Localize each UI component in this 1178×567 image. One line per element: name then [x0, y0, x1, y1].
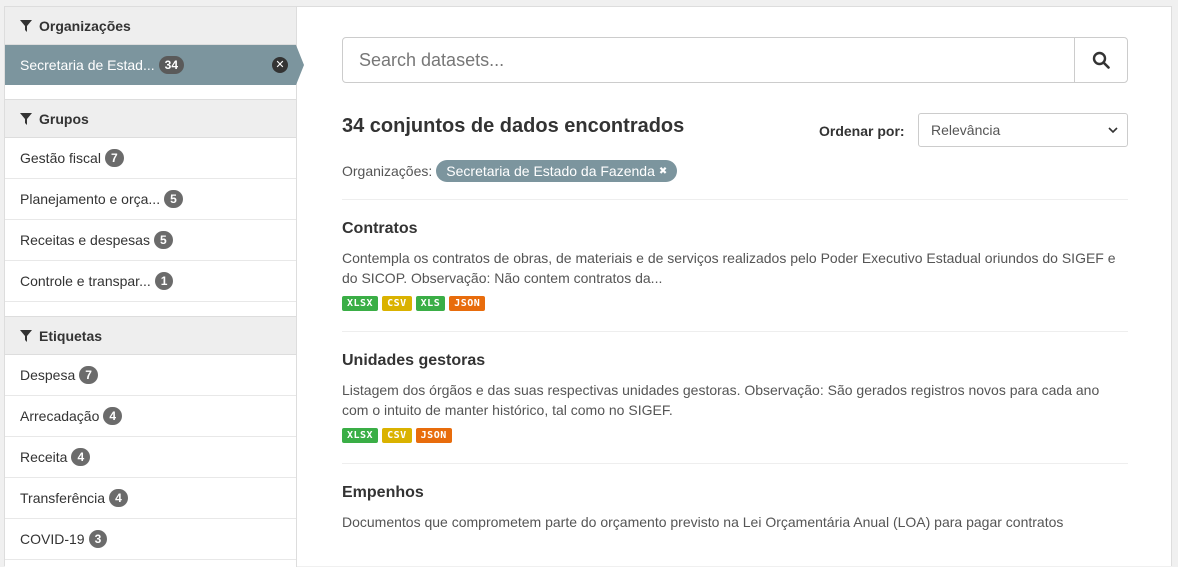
- facet-count-badge: 34: [158, 56, 184, 74]
- facet-heading-label: Organizações: [39, 17, 131, 34]
- facet-heading-groups: Grupos: [5, 100, 296, 138]
- filter-pill[interactable]: Secretaria de Estado da Fazenda ✖: [436, 160, 678, 182]
- facet-item-label: Receitas e despesas: [20, 232, 150, 248]
- facet-item-label: Planejamento e orça...: [20, 191, 161, 207]
- facet-item-tag[interactable]: Despesa 7: [5, 355, 296, 396]
- facet-item-label: Despesa: [20, 367, 76, 383]
- facet-heading-label: Etiquetas: [39, 327, 103, 344]
- dataset-item: Contratos Contempla os contratos de obra…: [342, 200, 1128, 332]
- filter-label: Organizações:: [342, 163, 433, 179]
- facet-item-label: Secretaria de Estad...: [20, 57, 155, 73]
- format-badge[interactable]: CSV: [382, 296, 412, 311]
- facet-item-tag[interactable]: Arrecadação 4: [5, 396, 296, 437]
- facet-item-tag[interactable]: COVID-19 3: [5, 519, 296, 560]
- format-badge[interactable]: JSON: [415, 428, 452, 443]
- format-badge[interactable]: XLS: [415, 296, 446, 311]
- active-filters: Organizações: Secretaria de Estado da Fa…: [342, 159, 1128, 183]
- format-badge[interactable]: CSV: [382, 428, 412, 443]
- facet-item-group[interactable]: Gestão fiscal 7: [5, 138, 296, 179]
- facet-item-label: COVID-19: [20, 531, 85, 547]
- facet-item-label: Gestão fiscal: [20, 150, 101, 166]
- funnel-icon: [20, 112, 32, 125]
- facet-item-group[interactable]: Planejamento e orça... 5: [5, 179, 296, 220]
- facet-item-label: Transferência: [20, 490, 106, 506]
- dataset-item: Unidades gestoras Listagem dos órgãos e …: [342, 332, 1128, 464]
- dataset-title-link[interactable]: Empenhos: [342, 484, 1128, 502]
- facet-item-active-organization[interactable]: Secretaria de Estad... 34 ✕: [5, 45, 304, 85]
- facet-count-badge: 5: [153, 231, 173, 249]
- facet-item-group[interactable]: Controle e transpar... 1: [5, 261, 296, 302]
- close-icon[interactable]: ✕: [272, 57, 288, 73]
- page-frame: Organizações Secretaria de Estad... 34 ✕…: [4, 6, 1172, 567]
- search-button[interactable]: [1074, 38, 1127, 82]
- dataset-description: Listagem dos órgãos e das suas respectiv…: [342, 382, 1100, 418]
- magnifier-icon: [1092, 51, 1110, 69]
- facet-count-badge: 4: [71, 448, 91, 466]
- facet-count-badge: 3: [88, 530, 108, 548]
- sidebar: Organizações Secretaria de Estad... 34 ✕…: [5, 7, 304, 567]
- facet-count-badge: 1: [154, 272, 174, 290]
- facet-heading-tags: Etiquetas: [5, 317, 296, 355]
- facet-heading-label: Grupos: [39, 110, 89, 127]
- facet-item-label: Controle e transpar...: [20, 273, 151, 289]
- search-input[interactable]: [343, 38, 1074, 82]
- results-header: 34 conjuntos de dados encontrados Ordena…: [342, 113, 1128, 147]
- section-gap: [5, 85, 296, 100]
- dataset-description: Documentos que comprometem parte do orça…: [342, 514, 1064, 530]
- facet-item-tag[interactable]: Transferência 4: [5, 478, 296, 519]
- facet-heading-organizations: Organizações: [5, 7, 296, 45]
- facet-count-badge: 5: [164, 190, 183, 208]
- format-badges: XLSX CSV JSON: [342, 428, 1128, 443]
- facet-count-badge: 4: [103, 407, 123, 425]
- order-by-select[interactable]: Relevância: [918, 113, 1128, 147]
- facet-item-label: Receita: [20, 449, 68, 465]
- order-by-value: Relevância: [931, 122, 1001, 138]
- order-by-label: Ordenar por:: [819, 123, 905, 139]
- format-badge[interactable]: JSON: [449, 296, 486, 311]
- chevron-down-icon: [1108, 127, 1118, 134]
- funnel-icon: [20, 329, 32, 342]
- section-gap: [5, 302, 296, 317]
- facet-count-badge: 7: [104, 149, 124, 167]
- dataset-item: Empenhos Documentos que comprometem part…: [342, 464, 1128, 552]
- dataset-title-link[interactable]: Unidades gestoras: [342, 352, 1128, 370]
- search-bar: [342, 37, 1128, 83]
- facet-count-badge: 7: [79, 366, 98, 384]
- format-badge[interactable]: XLSX: [342, 296, 379, 311]
- format-badges: XLSX CSV XLS JSON: [342, 296, 1128, 311]
- results-count-title: 34 conjuntos de dados encontrados: [342, 115, 685, 137]
- facet-item-group[interactable]: Receitas e despesas 5: [5, 220, 296, 261]
- funnel-icon: [20, 19, 32, 32]
- filter-pill-label: Secretaria de Estado da Fazenda: [446, 163, 655, 179]
- facet-item-label: Arrecadação: [20, 408, 100, 424]
- format-badge[interactable]: XLSX: [342, 428, 379, 443]
- facet-count-badge: 4: [109, 489, 128, 507]
- dataset-title-link[interactable]: Contratos: [342, 220, 1128, 238]
- main-content: 34 conjuntos de dados encontrados Ordena…: [342, 37, 1128, 552]
- facet-item-tag[interactable]: Receita 4: [5, 437, 296, 478]
- close-icon[interactable]: ✖: [659, 166, 667, 177]
- dataset-description: Contempla os contratos de obras, de mate…: [342, 250, 1116, 286]
